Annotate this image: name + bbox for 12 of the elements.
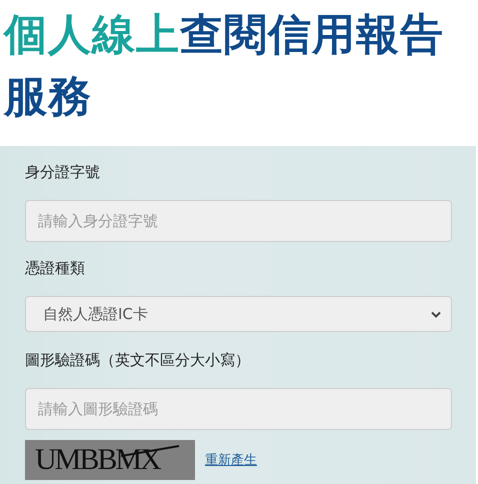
refresh-link[interactable]: 重新產生 <box>205 451 257 469</box>
title-text: 查閱信用報告 <box>180 10 444 60</box>
dropdown[interactable]: 自然人憑證IC卡 <box>25 296 452 332</box>
input-field[interactable]: 請輸入身分證字號 <box>25 200 452 242</box>
input-field[interactable]: 請輸入圖形驗證碼 <box>25 388 452 430</box>
title-highlight: 個人線上 <box>4 10 180 60</box>
chevron-down-icon <box>431 310 441 318</box>
field-label: 憑證種類 <box>25 258 86 279</box>
captcha-image: UMBBMX <box>25 440 195 480</box>
field-label: 身分證字號 <box>25 162 101 183</box>
field-label: 圖形驗證碼（英文不區分大小寫） <box>25 350 251 371</box>
title-text: 服務 <box>4 72 92 122</box>
